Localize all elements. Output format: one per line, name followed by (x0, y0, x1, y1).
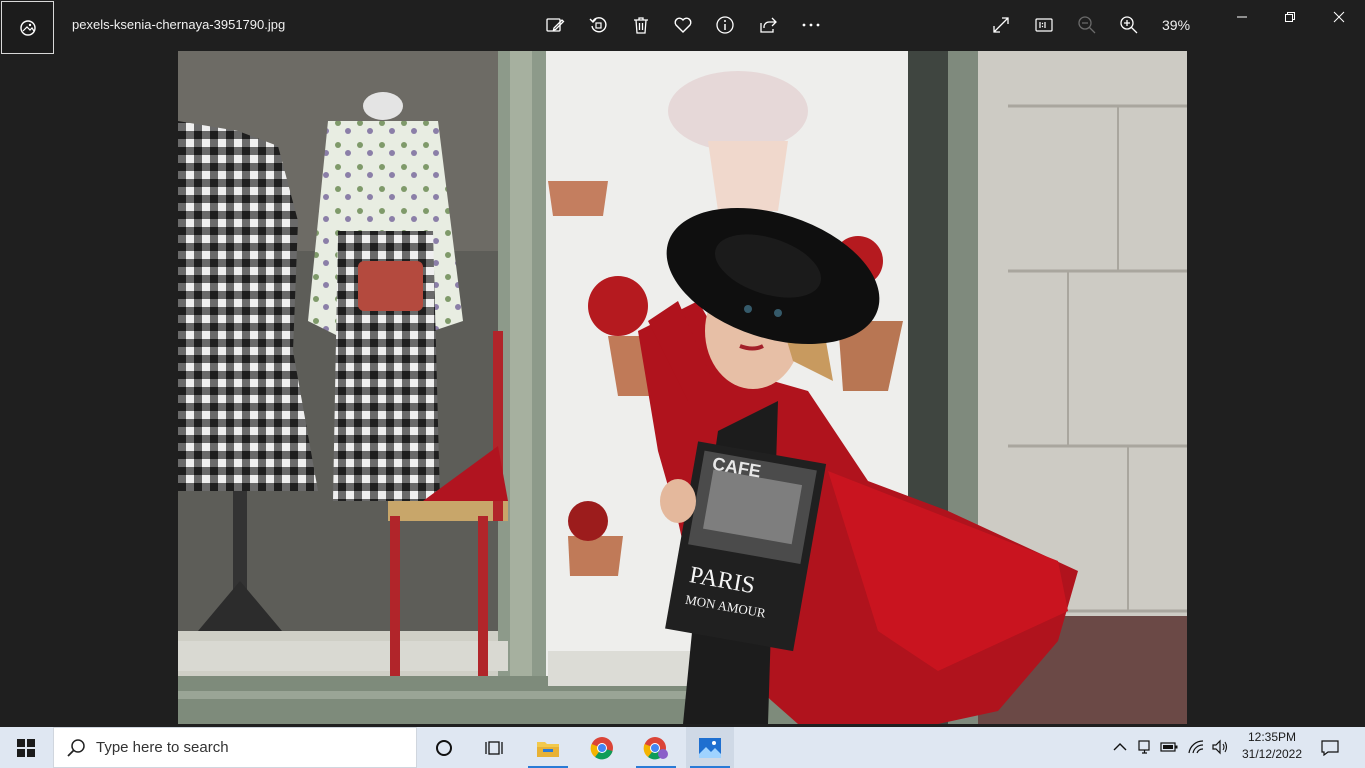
title-bar: pexels-ksenia-chernaya-3951790.jpg 39% (0, 0, 1365, 54)
edit-image-icon[interactable] (544, 14, 566, 36)
restore-button[interactable] (1267, 0, 1313, 34)
clock-date: 31/12/2022 (1241, 747, 1303, 761)
more-icon[interactable] (800, 14, 822, 36)
taskbar: 12:35PM 31/12/2022 (0, 727, 1365, 768)
fullscreen-icon[interactable] (990, 14, 1012, 36)
chrome-profile-icon[interactable] (632, 727, 680, 768)
search-input[interactable] (96, 739, 396, 756)
rotate-icon[interactable] (587, 14, 609, 36)
close-button[interactable] (1316, 0, 1362, 34)
taskbar-search-box[interactable] (53, 727, 417, 768)
minimize-button[interactable] (1219, 0, 1265, 34)
start-button[interactable] (0, 727, 52, 768)
clock-time: 12:35PM (1247, 730, 1297, 744)
zoom-in-icon[interactable] (1118, 14, 1140, 36)
chevron-up-icon[interactable] (1110, 737, 1130, 757)
notifications-icon[interactable] (1316, 735, 1344, 761)
task-view-icon[interactable] (470, 727, 518, 768)
favorite-icon[interactable] (672, 14, 694, 36)
taskbar-clock[interactable]: 12:35PM 31/12/2022 (1232, 729, 1312, 763)
volume-icon[interactable] (1210, 737, 1230, 757)
delete-icon[interactable] (630, 14, 652, 36)
actual-size-icon[interactable] (1033, 14, 1055, 36)
zoom-level-label: 39% (1162, 17, 1191, 33)
windows-logo-icon (17, 738, 35, 757)
share-icon[interactable] (757, 14, 779, 36)
photos-app-window: pexels-ksenia-chernaya-3951790.jpg 39% C… (0, 0, 1365, 768)
zoom-out-icon[interactable] (1076, 14, 1098, 36)
cortana-icon[interactable] (420, 727, 468, 768)
photos-taskbar-icon[interactable] (686, 727, 734, 768)
meet-now-icon[interactable] (1135, 737, 1155, 757)
photo-illustration: CAFE PARIS MON AMOUR (178, 51, 1187, 724)
battery-icon[interactable] (1159, 737, 1179, 757)
chrome-icon[interactable] (578, 727, 626, 768)
photos-app-icon[interactable] (1, 1, 54, 54)
info-icon[interactable] (714, 14, 736, 36)
file-name-label: pexels-ksenia-chernaya-3951790.jpg (72, 17, 286, 32)
file-explorer-icon[interactable] (524, 727, 572, 768)
displayed-photo: CAFE PARIS MON AMOUR (178, 51, 1187, 724)
search-icon (67, 738, 85, 757)
wifi-icon[interactable] (1186, 737, 1206, 757)
